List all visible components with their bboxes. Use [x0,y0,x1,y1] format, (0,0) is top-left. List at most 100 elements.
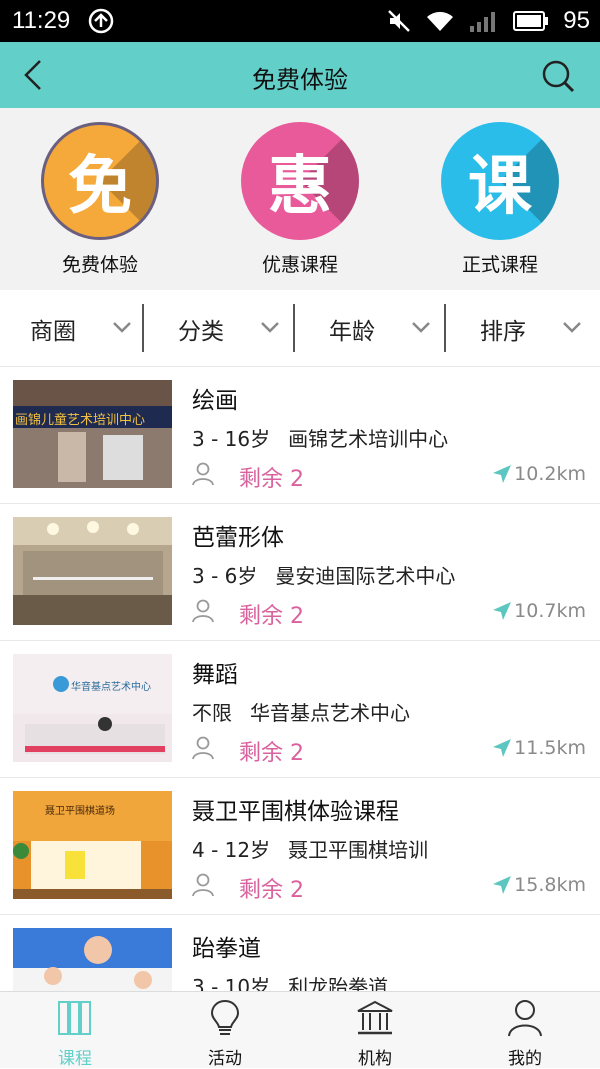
location-arrow-icon [493,602,512,620]
list-item[interactable]: 芭蕾形体 3 - 6岁 曼安迪国际艺术中心 剩余 2 10.7km [0,504,600,641]
list-item[interactable]: 画锦儿童艺术培训中心 绘画 3 - 16岁 画锦艺术培训中心 剩余 2 10.2k… [0,367,600,504]
category-label: 优惠课程 [261,254,338,276]
age-range: 3 - 6岁 [192,564,258,588]
category-discount[interactable]: 惠 优惠课程 [220,122,380,277]
course-thumbnail [13,517,172,625]
nav-institutions[interactable]: 机构 [300,992,450,1069]
wifi-icon [427,11,454,31]
free-badge-icon: 免 [41,122,159,240]
nav-label: 课程 [58,1049,92,1069]
organization-name: 画锦艺术培训中心 [288,427,449,451]
course-name: 跆拳道 [192,936,261,962]
books-icon [58,1001,91,1035]
person-icon [192,462,214,486]
category-free-trial[interactable]: 免 免费体验 [20,122,180,277]
divider [293,304,295,352]
list-item[interactable]: 跆拳道 3 - 10岁 利龙跆拳道 [0,915,600,992]
nav-label: 活动 [208,1049,242,1069]
course-meta: 不限 华音基点艺术中心 [192,697,410,726]
mute-icon [388,10,411,32]
remaining-seats: 剩余 2 [239,878,304,903]
filter-category[interactable]: 分类 [148,290,298,366]
distance: 15.8km [492,874,586,896]
page-title: 免费体验 [252,66,348,94]
organization-name: 利龙跆拳道 [288,975,389,992]
distance-value: 10.7km [514,600,586,622]
bottom-navigation: 课程 活动 机构 我的 [0,991,600,1069]
distance: 11.5km [492,737,586,759]
age-range: 4 - 12岁 [192,838,271,862]
remaining-seats: 剩余 2 [239,741,304,766]
remaining-seats: 剩余 2 [239,467,304,492]
list-item[interactable]: 聂卫平围棋道场 聂卫平围棋体验课程 4 - 12岁 聂卫平围棋培训 剩余 2 15… [0,778,600,915]
status-bar: 11:29 95 [0,0,600,42]
list-item[interactable]: 华音基点艺术中心 舞蹈 不限 华音基点艺术中心 剩余 2 11.5km [0,641,600,778]
category-formal[interactable]: 课 正式课程 [420,122,580,277]
thumbnail-sign-text: 华音基点艺术中心 [71,682,151,693]
nav-courses[interactable]: 课程 [0,992,150,1069]
chevron-down-icon [563,322,581,333]
thumbnail-sign-text: 画锦儿童艺术培训中心 [15,413,146,428]
person-icon [192,736,214,760]
distance-value: 15.8km [514,874,586,896]
course-name: 聂卫平围棋体验课程 [192,799,399,825]
course-name: 绘画 [192,388,238,414]
chevron-down-icon [261,322,279,333]
nav-mine[interactable]: 我的 [450,992,600,1069]
person-icon [192,599,214,623]
filter-business-area[interactable]: 商圈 [0,290,150,366]
course-badge-icon: 课 [441,122,559,240]
person-icon [192,873,214,897]
sync-icon [88,8,114,34]
institution-icon [357,1000,393,1035]
status-time: 11:29 [12,7,71,34]
course-name: 芭蕾形体 [192,525,284,551]
filter-label: 年龄 [329,319,375,345]
discount-badge-icon: 惠 [241,122,359,240]
person-icon [508,1000,542,1037]
location-arrow-icon [493,465,512,483]
course-thumbnail: 画锦儿童艺术培训中心 [13,380,172,488]
signal-icon [470,12,496,32]
nav-label: 机构 [358,1049,392,1069]
age-range: 3 - 10岁 [192,975,271,992]
organization-name: 曼安迪国际艺术中心 [275,564,456,588]
distance-value: 11.5km [514,737,586,759]
search-icon[interactable] [540,58,576,94]
divider [444,304,446,352]
battery-icon [513,11,549,31]
course-thumbnail: 聂卫平围棋道场 [13,791,172,899]
location-arrow-icon [493,876,512,894]
distance: 10.7km [492,600,586,622]
nav-activities[interactable]: 活动 [150,992,300,1069]
category-shortcuts: 免 免费体验 惠 优惠课程 课 正式课程 [0,108,600,290]
course-meta: 3 - 16岁 画锦艺术培训中心 [192,423,448,452]
filter-bar: 商圈 分类 年龄 排序 [0,290,600,367]
organization-name: 华音基点艺术中心 [250,701,410,725]
filter-label: 商圈 [30,319,76,345]
distance-value: 10.2km [514,463,586,485]
chevron-down-icon [113,322,131,333]
distance: 10.2km [492,463,586,485]
course-thumbnail [13,928,172,992]
lightbulb-icon [210,999,240,1035]
age-range: 不限 [192,701,232,725]
divider [142,304,144,352]
location-arrow-icon [493,739,512,757]
course-meta: 4 - 12岁 聂卫平围棋培训 [192,834,428,863]
course-meta: 3 - 6岁 曼安迪国际艺术中心 [192,560,455,589]
battery-level: 95 [563,7,590,34]
course-thumbnail: 华音基点艺术中心 [13,654,172,762]
course-name: 舞蹈 [192,662,238,688]
course-meta: 3 - 10岁 利龙跆拳道 [192,971,388,992]
chevron-down-icon [412,322,430,333]
age-range: 3 - 16岁 [192,427,271,451]
app-header: 免费体验 [0,42,600,108]
filter-age[interactable]: 年龄 [299,290,449,366]
filter-label: 排序 [480,319,526,345]
category-label: 免费体验 [61,254,138,276]
course-list: 画锦儿童艺术培训中心 绘画 3 - 16岁 画锦艺术培训中心 剩余 2 10.2k… [0,367,600,992]
remaining-seats: 剩余 2 [239,604,304,629]
filter-sort[interactable]: 排序 [450,290,600,366]
thumbnail-sign-text: 聂卫平围棋道场 [45,806,115,817]
